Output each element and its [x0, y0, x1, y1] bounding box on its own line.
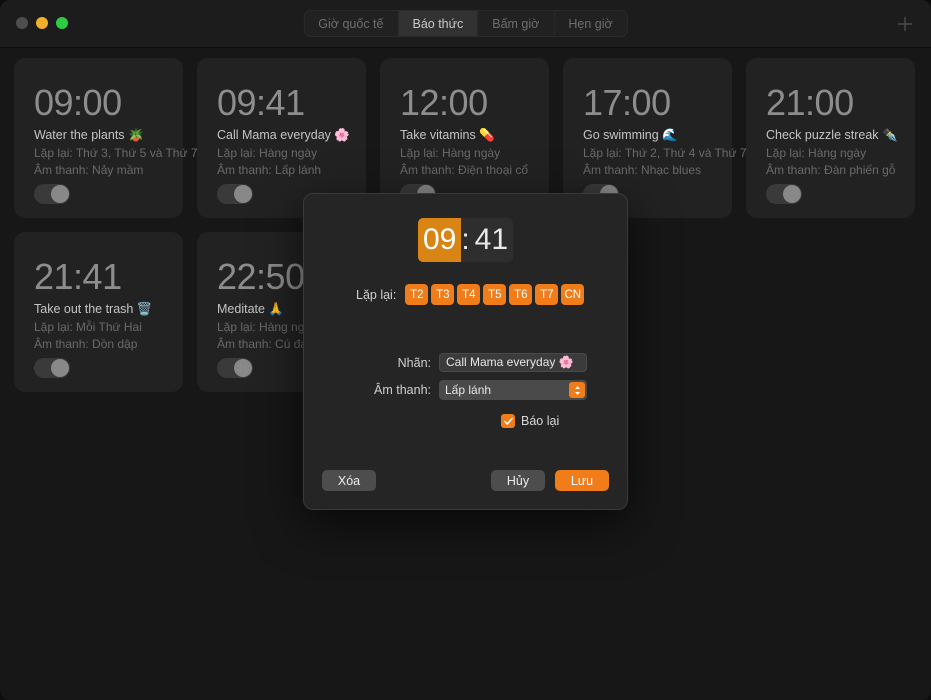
day-selector: T2 T3 T4 T5 T6 T7 CN [405, 284, 585, 305]
minimize-button[interactable] [36, 17, 48, 29]
day-button-t2[interactable]: T2 [405, 284, 429, 305]
alarm-sound: Âm thanh: Đàn phiến gỗ [766, 163, 896, 177]
hour-field[interactable]: 09 [417, 218, 462, 262]
alarm-time: 12:00 [400, 82, 488, 123]
alarm-toggle[interactable] [34, 358, 70, 378]
snooze-row[interactable]: Báo lại [366, 414, 627, 428]
traffic-lights [16, 17, 68, 29]
repeat-label: Lặp lại: [356, 287, 397, 302]
time-separator: : [461, 223, 470, 256]
alarm-card[interactable]: 09:00 Water the plants 🪴 Lặp lại: Thứ 3,… [14, 58, 198, 218]
day-button-cn[interactable]: CN [561, 284, 585, 305]
alarm-sound: Âm thanh: Nảy mầm [34, 163, 144, 177]
alarm-repeat: Lặp lại: Hàng ngày [766, 146, 867, 160]
chevron-up-down-icon [569, 382, 585, 398]
alarm-time: 17:00 [583, 82, 671, 123]
toggle-knob [51, 359, 69, 377]
form-fields: Nhãn: Call Mama everyday 🌸 Âm thanh: Lấp… [304, 353, 627, 428]
titlebar: Giờ quốc tế Báo thức Bấm giờ Hẹn giờ [0, 0, 931, 48]
alarm-label: Water the plants 🪴 [34, 128, 144, 142]
alarm-repeat: Lặp lại: Mỗi Thứ Hai [34, 320, 142, 334]
save-button[interactable]: Lưu [555, 470, 609, 491]
toggle-knob [234, 185, 252, 203]
day-button-t6[interactable]: T6 [509, 284, 533, 305]
alarm-repeat: Lặp lại: Thứ 2, Thứ 4 và Thứ 7 [583, 146, 747, 160]
toggle-knob [783, 185, 801, 203]
snooze-checkbox[interactable] [501, 414, 515, 428]
alarm-label: Call Mama everyday 🌸 [217, 128, 350, 142]
alarm-card[interactable]: 21:41 Take out the trash 🗑️ Lặp lại: Mỗi… [14, 232, 183, 392]
alarm-toggle[interactable] [766, 184, 802, 204]
sound-row: Âm thanh: Lấp lánh [366, 380, 627, 400]
tab-bar: Giờ quốc tế Báo thức Bấm giờ Hẹn giờ [303, 10, 628, 37]
day-button-t5[interactable]: T5 [483, 284, 507, 305]
cancel-button[interactable]: Hủy [491, 470, 545, 491]
name-label: Nhãn: [397, 355, 431, 370]
maximize-button[interactable] [56, 17, 68, 29]
tab-timer[interactable]: Hẹn giờ [554, 11, 626, 36]
alarm-card[interactable]: 21:00 Check puzzle streak ✒️ Lặp lại: Hà… [746, 58, 915, 218]
tab-alarm[interactable]: Báo thức [398, 11, 479, 36]
close-button[interactable] [16, 17, 28, 29]
alarm-sound: Âm thanh: Dồn dập [34, 337, 138, 351]
repeat-row: Lặp lại: T2 T3 T4 T5 T6 T7 CN [304, 284, 627, 305]
alarm-repeat: Lặp lại: Thứ 3, Thứ 5 và Thứ 7 [34, 146, 198, 160]
name-input[interactable]: Call Mama everyday 🌸 [439, 353, 587, 372]
day-button-t7[interactable]: T7 [535, 284, 559, 305]
alarm-toggle[interactable] [217, 184, 253, 204]
tab-stopwatch[interactable]: Bấm giờ [478, 11, 555, 36]
name-row: Nhãn: Call Mama everyday 🌸 [366, 353, 627, 372]
snooze-label: Báo lại [521, 414, 560, 428]
confirm-buttons: Hủy Lưu [491, 470, 609, 491]
clock-app-window: Giờ quốc tế Báo thức Bấm giờ Hẹn giờ 09:… [0, 0, 931, 700]
alarm-sound: Âm thanh: Điện thoại cổ [400, 163, 529, 177]
alarm-toggle[interactable] [217, 358, 253, 378]
day-button-t4[interactable]: T4 [457, 284, 481, 305]
edit-alarm-dialog: 09 : 41 Lặp lại: T2 T3 T4 T5 T6 T7 CN Nh… [303, 193, 628, 510]
sound-label: Âm thanh: [374, 383, 431, 397]
toggle-knob [51, 185, 69, 203]
sound-value: Lấp lánh [445, 383, 492, 397]
alarm-label: Take vitamins 💊 [400, 128, 495, 142]
time-stepper[interactable]: 09 : 41 [417, 218, 514, 262]
tab-world-clock[interactable]: Giờ quốc tế [304, 11, 399, 36]
plus-icon [897, 16, 913, 32]
alarm-label: Go swimming 🌊 [583, 128, 678, 142]
alarm-label: Check puzzle streak ✒️ [766, 128, 898, 142]
alarm-sound: Âm thanh: Nhạc blues [583, 163, 702, 177]
check-icon [503, 417, 513, 425]
alarm-time: 21:00 [766, 82, 854, 123]
day-button-t3[interactable]: T3 [431, 284, 455, 305]
alarm-repeat: Lặp lại: Hàng ngày [400, 146, 501, 160]
alarm-time: 21:41 [34, 256, 122, 297]
alarm-toggle[interactable] [34, 184, 70, 204]
add-alarm-button[interactable] [895, 14, 915, 34]
alarm-repeat: Lặp lại: Hàng ngày [217, 146, 318, 160]
toggle-knob [234, 359, 252, 377]
alarm-sound: Âm thanh: Lấp lánh [217, 163, 322, 177]
minute-field[interactable]: 41 [470, 218, 513, 262]
alarm-time: 09:00 [34, 82, 122, 123]
alarm-label: Take out the trash 🗑️ [34, 302, 153, 316]
dialog-buttons: Xóa Hủy Lưu [304, 470, 627, 491]
delete-button[interactable]: Xóa [322, 470, 376, 491]
alarm-time: 09:41 [217, 82, 305, 123]
sound-dropdown[interactable]: Lấp lánh [439, 380, 587, 400]
